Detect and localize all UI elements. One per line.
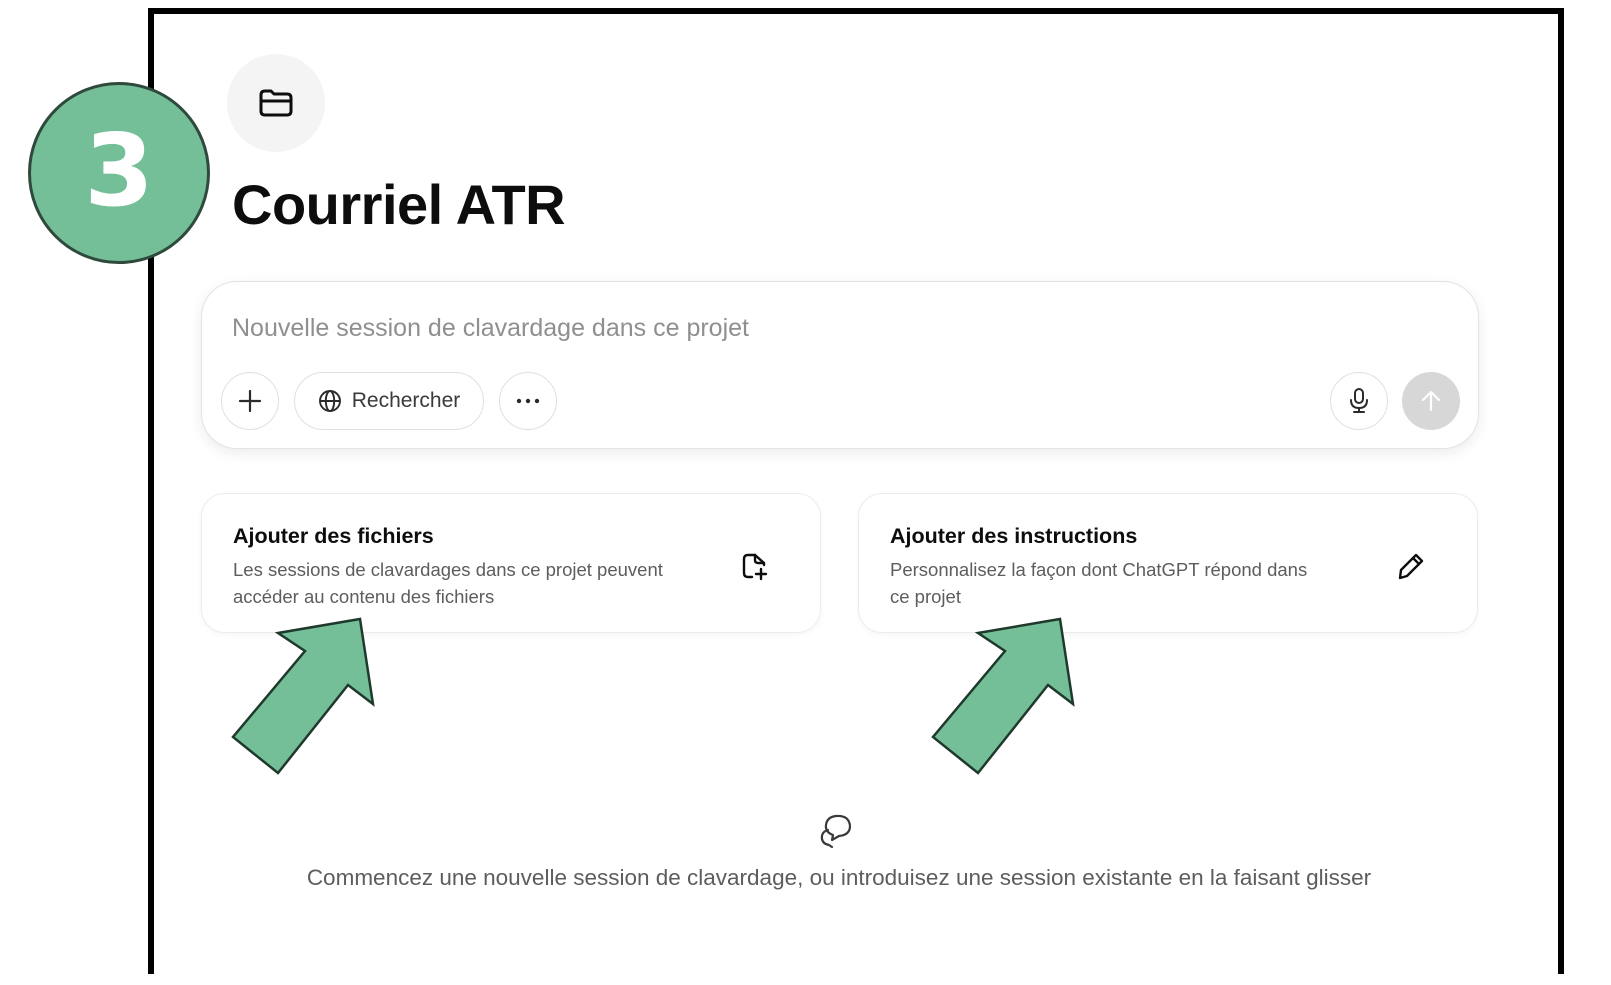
microphone-icon bbox=[1350, 388, 1368, 413]
more-tools-button[interactable] bbox=[499, 372, 557, 430]
empty-state-text: Commencez une nouvelle session de clavar… bbox=[306, 865, 1372, 890]
chat-composer: Rechercher bbox=[201, 281, 1479, 449]
pencil-icon bbox=[1398, 553, 1424, 580]
chat-bubbles-icon bbox=[820, 814, 852, 849]
globe-icon bbox=[318, 390, 341, 412]
step-number: 3 bbox=[84, 112, 154, 229]
project-title: Courriel ATR bbox=[232, 173, 566, 236]
add-files-icon-wrap bbox=[724, 536, 784, 596]
annotation-arrow-files bbox=[231, 617, 375, 775]
folder-icon bbox=[259, 89, 293, 117]
annotation-arrow-instructions bbox=[931, 617, 1075, 775]
add-instructions-card[interactable]: Ajouter des instructions Personnalisez l… bbox=[858, 493, 1478, 633]
new-chat-input[interactable] bbox=[232, 308, 1132, 348]
voice-input-button[interactable] bbox=[1330, 372, 1388, 430]
add-instructions-icon-wrap bbox=[1381, 536, 1441, 596]
add-files-description: Les sessions de clavardages dans ce proj… bbox=[233, 559, 663, 607]
add-files-card[interactable]: Ajouter des fichiers Les sessions de cla… bbox=[201, 493, 821, 633]
project-folder-badge bbox=[227, 54, 325, 152]
plus-icon bbox=[238, 389, 262, 413]
add-files-title: Ajouter des fichiers bbox=[233, 524, 434, 548]
search-button-label: Rechercher bbox=[351, 389, 461, 412]
add-file-icon bbox=[742, 553, 768, 581]
step-marker: 3 bbox=[28, 82, 210, 264]
send-button[interactable] bbox=[1402, 372, 1460, 430]
add-instructions-title: Ajouter des instructions bbox=[890, 524, 1138, 548]
add-instructions-description: Personnalisez la façon dont ChatGPT répo… bbox=[890, 559, 1308, 607]
ellipsis-icon bbox=[516, 398, 540, 404]
search-button[interactable]: Rechercher bbox=[294, 372, 484, 430]
add-attachment-button[interactable] bbox=[221, 372, 279, 430]
arrow-up-icon bbox=[1421, 390, 1441, 412]
